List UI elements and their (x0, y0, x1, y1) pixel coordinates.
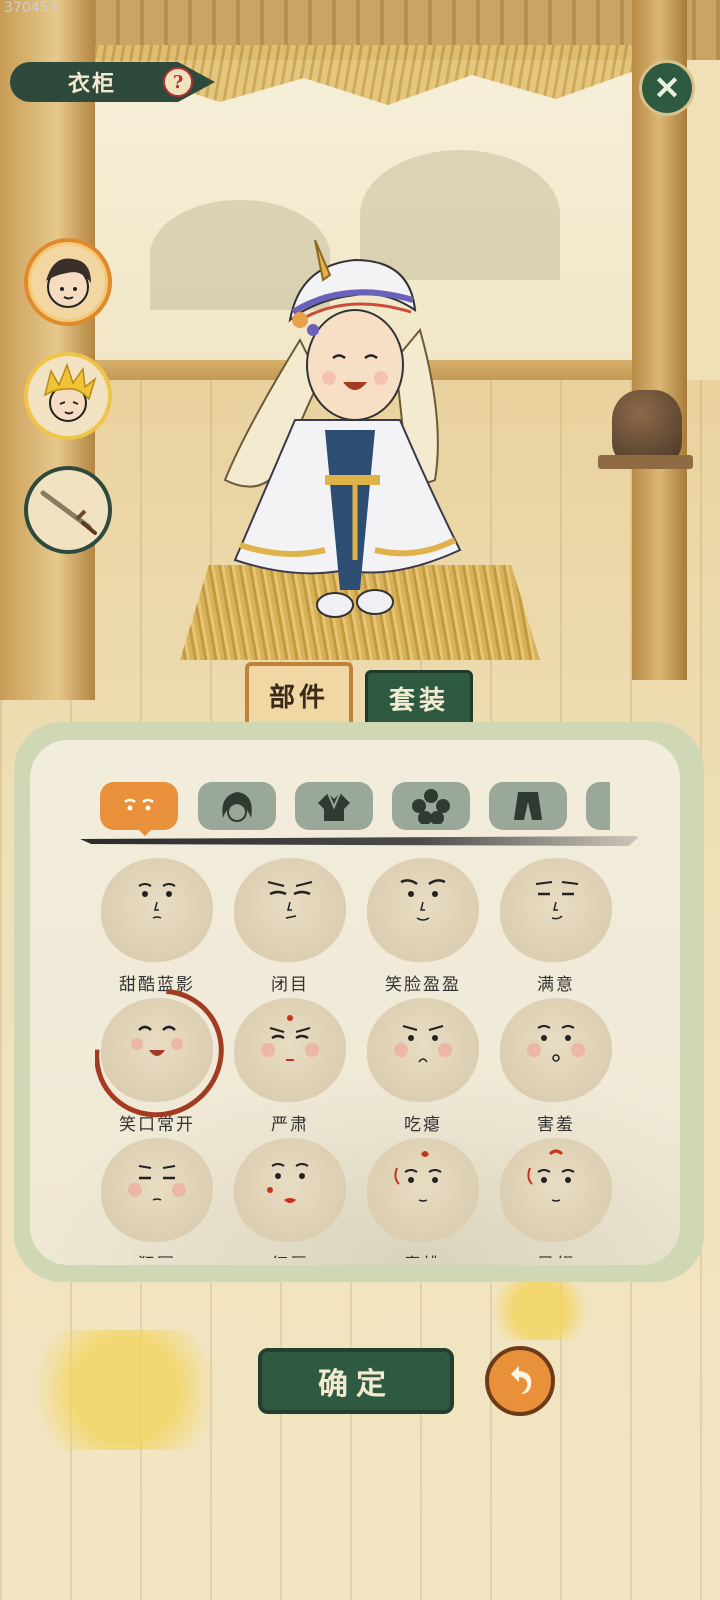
face-preview-icon (267, 1163, 309, 1203)
face-label: 吃瘪 (404, 1115, 442, 1135)
face-preview-icon (400, 879, 446, 921)
face-preview-icon (138, 883, 176, 919)
face-label: 害羞 (537, 1115, 575, 1135)
character-a-icon (46, 258, 91, 308)
undo-arrow-icon (511, 1366, 532, 1394)
page-title: 衣柜 (68, 71, 117, 97)
category-clothes[interactable] (295, 782, 373, 830)
character-a-button[interactable] (24, 238, 112, 326)
face-label: 闭目 (271, 975, 309, 995)
debug-id: 370453 (4, 0, 58, 16)
more-icon (605, 788, 610, 824)
face-thumbnail (234, 1138, 346, 1242)
face-item[interactable]: 闭目 (233, 858, 347, 995)
face-item[interactable]: 笑脸盈盈 (366, 858, 480, 995)
category-accessory[interactable] (392, 782, 470, 830)
face-thumbnail (500, 998, 612, 1102)
face-grid: 甜酷蓝影 闭目 笑脸盈盈 满意 笑口常开 严肃 吃瘪 害羞 (95, 858, 625, 1258)
category-pointer (137, 828, 153, 836)
face-preview-icon (131, 1025, 183, 1056)
left-post (0, 0, 95, 700)
category-hair[interactable] (198, 782, 276, 830)
face-label: 红唇 (233, 1250, 347, 1258)
face-item[interactable]: 吃瘪 (366, 998, 480, 1135)
stool (598, 455, 693, 469)
confirm-button[interactable]: 确定 (258, 1348, 454, 1414)
character-preview (223, 239, 462, 618)
undo-button[interactable] (485, 1346, 555, 1416)
tab-sets[interactable]: 套装 (365, 670, 473, 726)
face-preview-icon (535, 881, 579, 920)
clay-pot (612, 390, 682, 465)
face-preview-icon (128, 1165, 186, 1201)
ginkgo-leaves (10, 1330, 240, 1450)
category-more[interactable] (586, 782, 610, 830)
flower-icon (412, 789, 450, 824)
tab-parts[interactable]: 部件 (245, 662, 353, 724)
sword-icon (40, 490, 97, 535)
face-thumbnail (500, 1138, 612, 1242)
help-button[interactable]: ? (163, 67, 193, 97)
face-thumbnail (367, 858, 479, 962)
face-item[interactable]: 害羞 (499, 998, 613, 1135)
face-thumbnail (367, 1138, 479, 1242)
face-preview-icon (527, 1149, 575, 1202)
face-item[interactable]: 犯困 (100, 1138, 214, 1258)
weapon-button[interactable] (24, 466, 112, 554)
face-label: 凤翎 (499, 1250, 613, 1258)
character-b-icon (43, 362, 97, 422)
face-preview-icon (267, 881, 313, 919)
face-preview-icon (261, 1015, 319, 1061)
face-item[interactable]: 笑口常开 (100, 998, 214, 1135)
pants-icon (514, 792, 542, 820)
face-thumbnail (101, 858, 213, 962)
face-item[interactable]: 满意 (499, 858, 613, 995)
face-thumbnail (367, 998, 479, 1102)
face-icon (124, 798, 154, 811)
hair-icon (222, 792, 252, 822)
category-row (100, 782, 610, 832)
character-b-button[interactable] (24, 352, 112, 440)
face-preview-icon (394, 1025, 452, 1063)
face-thumbnail (500, 858, 612, 962)
face-label: 犯困 (100, 1250, 214, 1258)
face-label: 满意 (537, 975, 575, 995)
question-icon: ? (172, 71, 184, 93)
face-label: 严肃 (271, 1115, 309, 1135)
face-preview-icon (394, 1151, 442, 1202)
face-label: 春桃 (366, 1250, 480, 1258)
face-item[interactable]: 春桃 (366, 1138, 480, 1258)
face-thumbnail (234, 998, 346, 1102)
face-thumbnail (234, 858, 346, 962)
category-face[interactable] (100, 782, 178, 830)
category-pants[interactable] (489, 782, 567, 830)
close-icon: ✕ (653, 69, 681, 107)
face-item[interactable]: 凤翎 (499, 1138, 613, 1258)
clothes-icon (318, 792, 350, 821)
face-item[interactable]: 严肃 (233, 998, 347, 1135)
close-button[interactable]: ✕ (639, 60, 695, 116)
face-item[interactable]: 红唇 (233, 1138, 347, 1258)
face-preview-icon (527, 1025, 585, 1062)
face-thumbnail (101, 1138, 213, 1242)
face-label: 笑脸盈盈 (385, 975, 461, 995)
ginkgo-leaves (480, 1280, 600, 1340)
face-item[interactable]: 甜酷蓝影 (100, 858, 214, 995)
face-thumbnail-selected (101, 998, 213, 1102)
